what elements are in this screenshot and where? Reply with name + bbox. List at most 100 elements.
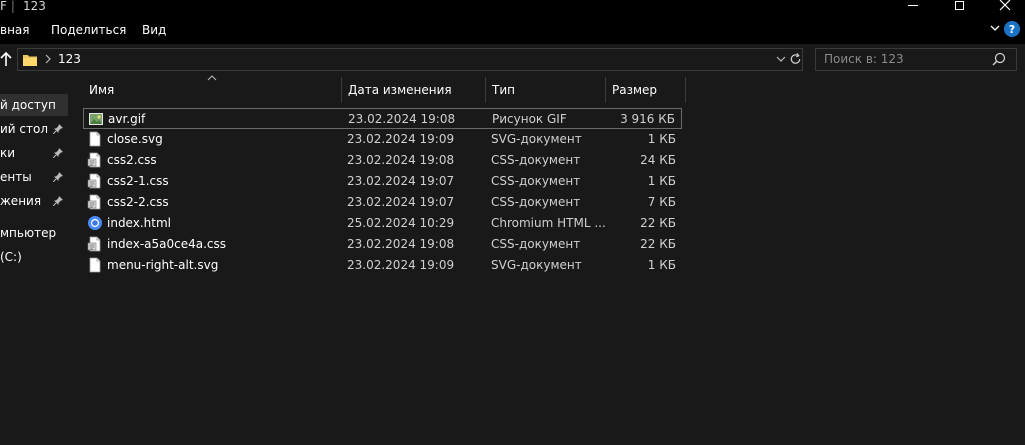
css-file-icon bbox=[87, 236, 103, 252]
column-header-label: Размер bbox=[612, 83, 658, 97]
sidebar-item-this-pc[interactable]: мпьютер bbox=[0, 222, 68, 244]
table-row[interactable]: css2.css 23.02.2024 19:08 CSS-документ 24 К… bbox=[83, 150, 682, 171]
refresh-icon[interactable] bbox=[789, 52, 802, 66]
file-date: 23.02.2024 19:09 bbox=[347, 132, 455, 146]
breadcrumb-chevron-icon[interactable] bbox=[44, 53, 52, 65]
column-header-name[interactable]: Имя bbox=[83, 75, 342, 103]
title-prefix: F bbox=[0, 0, 7, 13]
file-name: css2.css bbox=[107, 153, 157, 167]
file-type: CSS-документ bbox=[491, 237, 581, 251]
tab-main[interactable]: вная bbox=[0, 23, 30, 37]
file-size: 24 КБ bbox=[640, 153, 676, 167]
file-name: css2-1.css bbox=[107, 174, 169, 188]
blank-file-icon bbox=[87, 131, 103, 147]
minimize-button[interactable] bbox=[890, 0, 936, 14]
sidebar-item-label: жения bbox=[0, 194, 42, 208]
column-divider[interactable] bbox=[685, 77, 686, 103]
file-type: SVG-документ bbox=[491, 258, 582, 272]
expand-ribbon-chevron-icon[interactable] bbox=[989, 22, 1001, 34]
tab-view[interactable]: Вид bbox=[142, 23, 166, 37]
file-name: close.svg bbox=[107, 132, 163, 146]
minimize-icon bbox=[908, 4, 918, 6]
search-input[interactable]: Поиск в: 123 bbox=[815, 48, 1017, 71]
file-type: CSS-документ bbox=[491, 153, 581, 167]
window-title: 123 bbox=[22, 0, 46, 13]
search-placeholder: Поиск в: 123 bbox=[824, 52, 904, 66]
table-row[interactable]: index.html 25.02.2024 10:29 Chromium HTML … bbox=[83, 213, 682, 234]
table-row[interactable]: css2-2.css 23.02.2024 19:07 CSS-документ 7 … bbox=[83, 192, 682, 213]
pin-icon bbox=[53, 172, 63, 182]
css-file-icon bbox=[87, 173, 103, 189]
help-button[interactable]: ? bbox=[1004, 21, 1020, 37]
sidebar-item-label: ий стол bbox=[0, 122, 49, 136]
up-arrow-icon[interactable] bbox=[0, 51, 12, 67]
column-header-label: Тип bbox=[492, 83, 515, 97]
sidebar-item-label: (C:) bbox=[0, 250, 22, 264]
sidebar-item-desktop[interactable]: ий стол bbox=[0, 118, 68, 140]
close-button[interactable] bbox=[982, 0, 1025, 14]
table-row[interactable]: avr.gif 23.02.2024 19:08 Рисунок GIF 3 916 … bbox=[83, 108, 682, 129]
folder-icon bbox=[23, 55, 37, 66]
file-date: 23.02.2024 19:07 bbox=[347, 174, 455, 188]
column-header-label: Дата изменения bbox=[348, 83, 452, 97]
file-size: 1 КБ bbox=[647, 174, 676, 188]
file-type: SVG-документ bbox=[491, 132, 582, 146]
pin-icon bbox=[53, 196, 63, 206]
file-name: avr.gif bbox=[108, 112, 146, 126]
file-date: 23.02.2024 19:08 bbox=[348, 112, 456, 126]
address-bar[interactable]: 123 bbox=[17, 48, 803, 71]
address-row: 123 Поиск в: 123 bbox=[0, 44, 1025, 75]
column-header-row: Имя Дата изменения Тип Размер bbox=[68, 75, 1025, 103]
column-header-size[interactable]: Размер bbox=[606, 75, 686, 103]
sidebar-item-quick-access[interactable]: й доступ bbox=[0, 94, 68, 116]
file-type: Chromium HTML ... bbox=[491, 216, 606, 230]
sidebar-item-local-disk-c[interactable]: (C:) bbox=[0, 246, 68, 268]
help-icon: ? bbox=[1008, 22, 1016, 36]
file-size: 1 КБ bbox=[647, 258, 676, 272]
sidebar-item-label: ки bbox=[0, 146, 16, 160]
file-size: 22 КБ bbox=[640, 237, 676, 251]
file-name: index-a5a0ce4a.css bbox=[107, 237, 227, 251]
pin-icon bbox=[53, 124, 63, 134]
file-date: 23.02.2024 19:08 bbox=[347, 237, 455, 251]
ribbon-tabs: вная Поделиться Вид ? bbox=[0, 16, 1025, 44]
table-row[interactable]: index-a5a0ce4a.css 23.02.2024 19:08 CSS-до… bbox=[83, 234, 682, 255]
file-size: 1 КБ bbox=[647, 132, 676, 146]
close-icon bbox=[999, 0, 1011, 11]
sidebar-item-label: енты bbox=[0, 170, 32, 184]
window-title-area: F | 123 bbox=[0, 0, 46, 14]
file-name: index.html bbox=[107, 216, 171, 230]
file-type: Рисунок GIF bbox=[492, 112, 567, 126]
file-date: 23.02.2024 19:08 bbox=[347, 153, 455, 167]
sidebar-item-label: мпьютер bbox=[0, 226, 57, 240]
gif-image-icon bbox=[88, 111, 104, 127]
file-name: menu-right-alt.svg bbox=[107, 258, 219, 272]
file-size: 3 916 КБ bbox=[620, 112, 675, 126]
title-separator: | bbox=[10, 0, 15, 13]
title-bar: F | 123 bbox=[0, 0, 1025, 16]
sidebar-item-label: й доступ bbox=[0, 98, 56, 112]
maximize-button[interactable] bbox=[936, 0, 982, 14]
file-type: CSS-документ bbox=[491, 195, 581, 209]
sidebar-item-pictures[interactable]: жения bbox=[0, 190, 68, 212]
table-row[interactable]: css2-1.css 23.02.2024 19:07 CSS-документ 1 … bbox=[83, 171, 682, 192]
sidebar-item-downloads[interactable]: ки bbox=[0, 142, 68, 164]
column-header-label: Имя bbox=[89, 83, 115, 97]
tab-share[interactable]: Поделиться bbox=[51, 23, 126, 37]
address-path[interactable]: 123 bbox=[58, 52, 81, 66]
file-list-pane: Имя Дата изменения Тип Размер avr.gif 23.… bbox=[68, 75, 1025, 445]
table-row[interactable]: close.svg 23.02.2024 19:09 SVG-документ 1 К… bbox=[83, 129, 682, 150]
file-type: CSS-документ bbox=[491, 174, 581, 188]
navigation-pane: й доступ ий стол ки енты жения мпьютер (… bbox=[0, 75, 68, 445]
address-dropdown-icon[interactable] bbox=[776, 54, 786, 64]
file-size: 22 КБ bbox=[640, 216, 676, 230]
column-header-date[interactable]: Дата изменения bbox=[342, 75, 486, 103]
file-date: 23.02.2024 19:09 bbox=[347, 258, 455, 272]
blank-file-icon bbox=[87, 257, 103, 273]
table-row[interactable]: menu-right-alt.svg 23.02.2024 19:09 SVG-до… bbox=[83, 255, 682, 276]
search-icon[interactable] bbox=[992, 52, 1006, 66]
pin-icon bbox=[53, 148, 63, 158]
maximize-icon bbox=[954, 0, 964, 10]
column-header-type[interactable]: Тип bbox=[486, 75, 606, 103]
sidebar-item-documents[interactable]: енты bbox=[0, 166, 68, 188]
